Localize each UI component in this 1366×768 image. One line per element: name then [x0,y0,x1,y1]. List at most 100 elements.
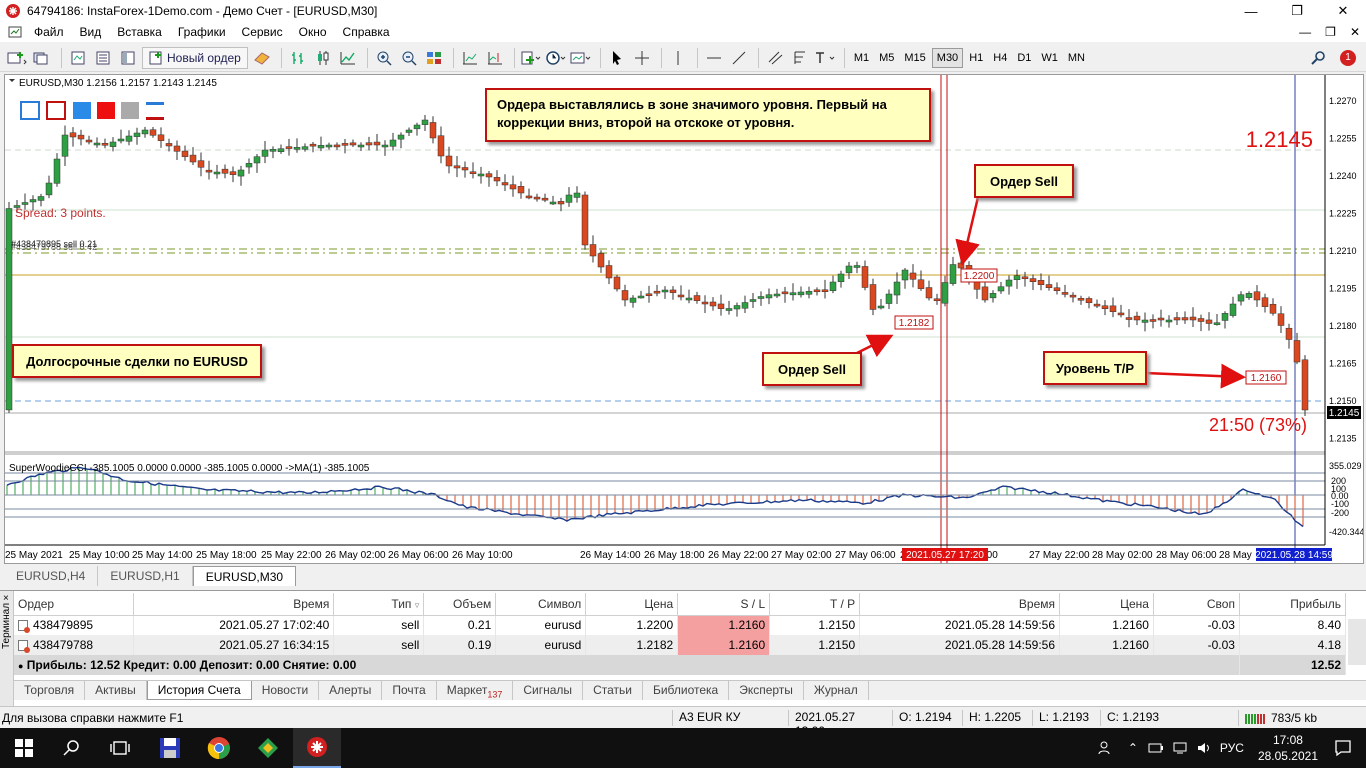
maximize-button[interactable]: ❐ [1274,0,1320,22]
menu-view[interactable]: Вид [72,25,110,39]
note-tp[interactable]: Уровень T/P [1043,351,1147,385]
periods-clock-icon[interactable] [545,47,567,69]
col-volume[interactable]: Объем [423,593,497,616]
timeframe-m1[interactable]: M1 [850,48,873,68]
chart-window-icon[interactable] [8,25,22,39]
chart-close-button[interactable]: ✕ [1350,25,1360,39]
taskbar-app-chrome[interactable] [195,728,243,768]
chart-tab-eurusd-h1[interactable]: EURUSD,H1 [98,566,193,586]
minimize-button[interactable]: — [1228,0,1274,22]
volume-icon[interactable] [1196,741,1212,755]
menu-tools[interactable]: Сервис [234,25,291,39]
templates-icon[interactable] [570,47,592,69]
chart-restore-button[interactable]: ❐ [1325,25,1336,39]
table-row[interactable]: 438479895 2021.05.27 17:02:40 sell 0.21 … [14,615,1347,635]
notification-center-icon[interactable] [1334,739,1352,757]
timeframe-w1[interactable]: W1 [1037,48,1062,68]
tab-assets[interactable]: Активы [85,681,147,700]
tab-alerts[interactable]: Алерты [319,681,383,700]
people-icon[interactable] [1098,740,1114,756]
col-symbol[interactable]: Символ [495,593,587,616]
close-button[interactable]: ✕ [1320,0,1366,22]
menu-window[interactable]: Окно [291,25,335,39]
new-order-button[interactable]: Новый ордер [142,46,248,69]
menu-charts[interactable]: Графики [170,25,234,39]
line-style-red[interactable] [146,117,164,120]
taskbar-app-floppy[interactable] [146,728,194,768]
notifications-badge[interactable]: 1 [1340,49,1356,66]
candlestick-chart-icon[interactable] [312,47,334,69]
tab-mailbox[interactable]: Почта [382,681,437,700]
note-sell-2[interactable]: Ордер Sell [762,352,862,386]
equidistant-channel-icon[interactable] [764,47,786,69]
col-order[interactable]: Ордер [14,593,135,616]
line-chart-icon[interactable] [337,47,359,69]
note-sell-1[interactable]: Ордер Sell [974,164,1074,198]
chart-window[interactable]: 1.2270 1.2255 1.2240 1.2225 1.2210 1.2195 1.21… [4,74,1364,564]
taskbar-search[interactable] [48,728,96,768]
col-close-price[interactable]: Цена [1059,593,1154,616]
col-profit[interactable]: Прибыль [1239,593,1347,616]
color-square-blue[interactable] [73,102,91,119]
tab-journal[interactable]: Журнал [804,681,869,700]
chart-tab-eurusd-h4[interactable]: EURUSD,H4 [4,566,99,586]
color-square-red[interactable] [97,102,115,119]
fibonacci-icon[interactable] [789,47,811,69]
cursor-icon[interactable] [606,47,628,69]
tile-windows-icon[interactable] [423,47,445,69]
network-icon[interactable] [1172,741,1188,755]
color-square-blue-outline[interactable] [20,101,40,120]
color-square-red-outline[interactable] [46,101,66,120]
timeframe-m15[interactable]: M15 [900,48,929,68]
col-open-time[interactable]: Время [133,593,335,616]
tab-signals[interactable]: Сигналы [513,681,584,700]
timeframe-h4[interactable]: H4 [989,48,1011,68]
menu-file[interactable]: Файл [26,25,72,39]
zoom-in-icon[interactable] [373,47,395,69]
note-left[interactable]: Долгосрочные сделки по EURUSD [12,344,262,378]
zoom-out-icon[interactable] [398,47,420,69]
col-sl[interactable]: S / L [677,593,771,616]
timeframe-mn[interactable]: MN [1064,48,1089,68]
timeframe-h1[interactable]: H1 [965,48,987,68]
table-row[interactable]: 438479788 2021.05.27 16:34:15 sell 0.19 … [14,635,1347,655]
col-type[interactable]: Тип ▿ [333,593,425,616]
tab-news[interactable]: Новости [252,681,320,700]
menu-insert[interactable]: Вставка [109,25,170,39]
taskbar-app-instaforex[interactable] [293,728,341,768]
col-price[interactable]: Цена [585,593,679,616]
text-label-icon[interactable] [814,47,836,69]
col-swap[interactable]: Своп [1153,593,1240,616]
navigator-icon[interactable] [117,47,139,69]
tab-account-history[interactable]: История Счета [146,681,252,700]
status-connection[interactable]: 783/5 kb [1238,710,1366,726]
col-close-time[interactable]: Время [859,593,1061,616]
market-watch-icon[interactable] [67,47,89,69]
tab-trade[interactable]: Торговля [14,681,86,700]
chart-shift-icon[interactable] [484,47,506,69]
timeframe-d1[interactable]: D1 [1013,48,1035,68]
taskbar-clock[interactable]: 17:08 28.05.2021 [1248,732,1328,764]
battery-icon[interactable] [1148,741,1164,755]
vertical-line-icon[interactable] [667,47,689,69]
tab-library[interactable]: Библиотека [643,681,730,700]
status-profile[interactable]: A3 EUR КУ [672,710,784,726]
tray-chevron-up-icon[interactable]: ⌃ [1128,741,1138,755]
color-square-gray[interactable] [121,102,139,119]
search-icon[interactable] [1310,50,1326,66]
taskbar-app-trader[interactable] [244,728,292,768]
col-tp[interactable]: T / P [769,593,861,616]
start-button[interactable] [0,728,48,768]
bar-chart-icon[interactable] [287,47,309,69]
terminal-scrollbar[interactable] [1348,619,1366,665]
indicators-icon[interactable] [520,47,542,69]
tab-experts[interactable]: Эксперты [729,681,804,700]
horizontal-line-icon[interactable] [703,47,725,69]
trendline-icon[interactable] [728,47,750,69]
task-view[interactable] [96,728,144,768]
menu-help[interactable]: Справка [335,25,398,39]
tray-language[interactable]: РУС [1220,741,1244,755]
chart-tab-eurusd-m30[interactable]: EURUSD,M30 [192,566,297,586]
profiles-icon[interactable] [31,47,53,69]
auto-scroll-icon[interactable] [459,47,481,69]
